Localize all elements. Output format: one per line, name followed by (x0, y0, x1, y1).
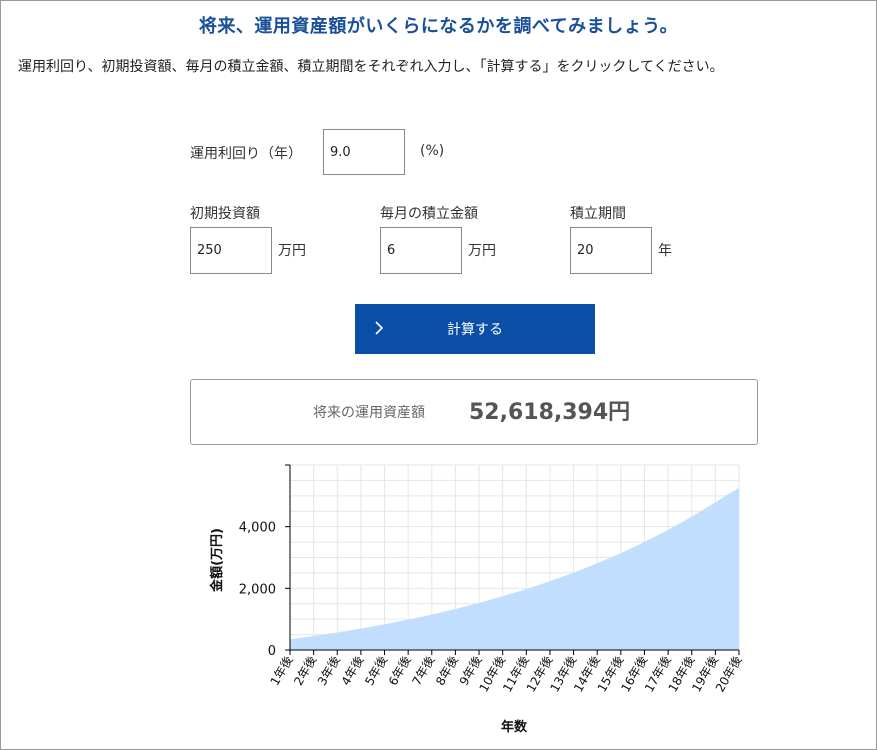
period-input[interactable] (570, 227, 652, 274)
calculate-button[interactable]: 計算する (355, 304, 595, 354)
calculate-button-label: 計算する (447, 322, 503, 338)
period-unit: 年 (658, 243, 672, 259)
rate-input[interactable] (323, 129, 405, 175)
result-box: 将来の運用資産額 52,618,394円 (190, 379, 758, 445)
initial-investment-input[interactable] (190, 227, 272, 274)
period-label: 積立期間 (570, 206, 626, 222)
instructions-text: 運用利回り、初期投資額、毎月の積立金額、積立期間をそれぞれ入力し、「計算する」を… (18, 59, 724, 75)
result-label: 将来の運用資産額 (313, 405, 425, 421)
initial-investment-unit: 万円 (278, 243, 306, 259)
calculator-panel (0, 0, 877, 750)
monthly-amount-label: 毎月の積立金額 (380, 206, 478, 222)
chevron-right-icon (375, 321, 384, 335)
rate-label: 運用利回り（年） (190, 146, 302, 162)
initial-investment-label: 初期投資額 (190, 206, 260, 222)
rate-unit: (%) (420, 143, 445, 159)
monthly-amount-unit: 万円 (468, 243, 496, 259)
result-value: 52,618,394円 (469, 400, 631, 425)
page-title: 将来、運用資産額がいくらになるかを調べてみましょう。 (198, 16, 679, 37)
monthly-amount-input[interactable] (380, 227, 462, 274)
